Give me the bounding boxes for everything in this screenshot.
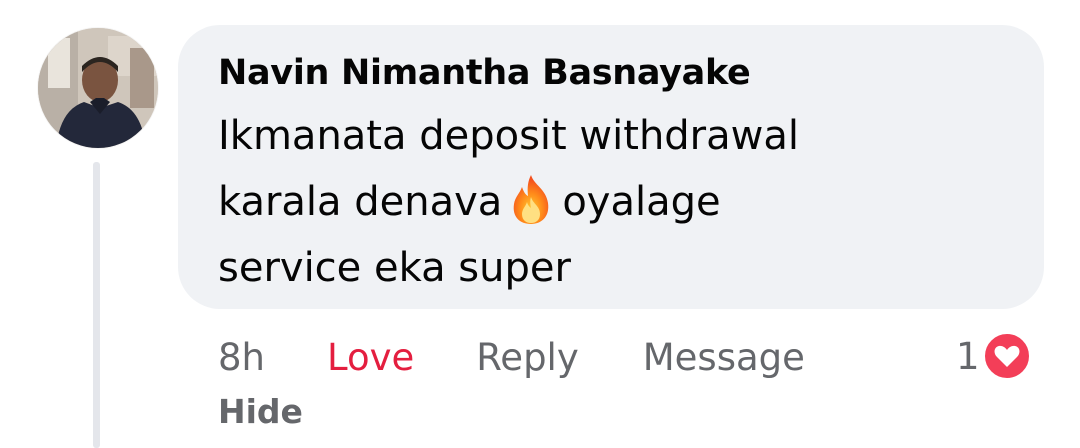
- reply-button[interactable]: Reply: [476, 336, 578, 379]
- thread-line: [93, 162, 100, 448]
- avatar-photo: [38, 28, 158, 148]
- comment-bubble: Navin Nimantha Basnayake Ikmanata deposi…: [178, 25, 1044, 309]
- timestamp[interactable]: 8h: [218, 336, 265, 379]
- comment-actions: 8h Love Reply Message: [218, 332, 805, 382]
- love-button[interactable]: Love: [327, 336, 414, 379]
- comment-line: oyalage: [562, 179, 721, 225]
- comment-thread: Navin Nimantha Basnayake Ikmanata deposi…: [0, 0, 1080, 448]
- hide-button[interactable]: Hide: [218, 392, 303, 431]
- fire-icon: [514, 175, 549, 224]
- comment-author[interactable]: Navin Nimantha Basnayake: [218, 51, 1044, 95]
- reaction-count: 1: [956, 334, 980, 378]
- reaction-summary[interactable]: 1: [956, 330, 1032, 382]
- comment-line: karala denava: [218, 179, 503, 225]
- comment-line-with-emoji: karala denava oyalage: [218, 169, 1044, 235]
- comment-text: Ikmanata deposit withdrawal karala denav…: [218, 103, 1044, 301]
- comment-line: service eka super: [218, 245, 571, 291]
- avatar[interactable]: [38, 28, 158, 148]
- love-reaction-icon: [982, 332, 1031, 380]
- comment-line: Ikmanata deposit withdrawal: [218, 113, 799, 159]
- message-button[interactable]: Message: [643, 336, 805, 379]
